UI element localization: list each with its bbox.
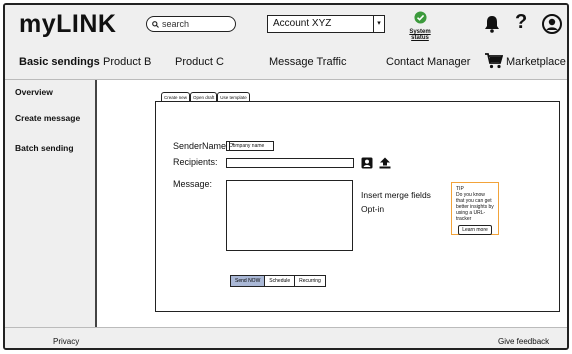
nav-product-b[interactable]: Product B bbox=[103, 56, 151, 68]
create-message-panel bbox=[155, 101, 560, 312]
tip-text: Do you know that you can get better insi… bbox=[456, 192, 494, 222]
sender-name-label: SenderName: bbox=[173, 141, 229, 151]
system-status[interactable]: System status bbox=[402, 11, 438, 41]
app-window: myLINK Account XYZ ▾ System status ? Bas… bbox=[3, 3, 569, 350]
tip-box: TIP Do you know that you can get better … bbox=[451, 182, 499, 235]
sidebar-item-create-message[interactable]: Create message bbox=[15, 113, 80, 123]
recurring-button[interactable]: Recurring bbox=[294, 275, 326, 287]
nav-message-traffic[interactable]: Message Traffic bbox=[269, 56, 346, 68]
recipients-input[interactable] bbox=[226, 158, 354, 168]
upload-icon[interactable] bbox=[379, 156, 391, 174]
nav-basic-sendings[interactable]: Basic sendings bbox=[19, 56, 100, 68]
insert-merge-fields-link[interactable]: Insert merge fields bbox=[361, 190, 431, 200]
user-icon[interactable] bbox=[542, 14, 562, 39]
chevron-down-icon: ▾ bbox=[229, 142, 236, 150]
app-logo[interactable]: myLINK bbox=[19, 10, 116, 39]
search-box[interactable] bbox=[146, 16, 236, 32]
nav-marketplace[interactable]: Marketplace bbox=[506, 56, 566, 68]
sidebar-item-overview[interactable]: Overview bbox=[15, 87, 53, 97]
bell-icon[interactable] bbox=[484, 15, 500, 38]
send-now-button[interactable]: Send NOW bbox=[230, 275, 266, 287]
sidebar-item-batch-sending[interactable]: Batch sending bbox=[15, 143, 74, 153]
chevron-down-icon: ▾ bbox=[373, 16, 384, 32]
top-bar: myLINK Account XYZ ▾ System status ? bbox=[5, 5, 567, 45]
account-selected-value: Account XYZ bbox=[273, 18, 332, 29]
recipients-label: Recipients: bbox=[173, 157, 218, 167]
search-icon bbox=[152, 15, 159, 33]
footer: Privacy Give feedback bbox=[5, 327, 567, 348]
contact-book-icon[interactable] bbox=[361, 156, 373, 174]
learn-more-button[interactable]: Learn more bbox=[458, 225, 492, 235]
cart-icon bbox=[485, 53, 504, 74]
nav-contact-manager[interactable]: Contact Manager bbox=[386, 56, 470, 68]
main-nav: Basic sendings Product B Product C Messa… bbox=[5, 45, 567, 80]
search-input[interactable] bbox=[159, 19, 232, 29]
schedule-button[interactable]: Schedule bbox=[264, 275, 296, 287]
opt-in-link[interactable]: Opt-in bbox=[361, 204, 384, 214]
help-icon[interactable]: ? bbox=[515, 11, 527, 34]
sender-name-select[interactable]: Company name ▾ bbox=[226, 141, 274, 151]
message-textarea[interactable] bbox=[226, 180, 353, 251]
system-status-label[interactable]: System status bbox=[402, 29, 438, 41]
message-label: Message: bbox=[173, 179, 213, 189]
send-options: Send NOW Schedule Recurring bbox=[230, 275, 326, 287]
give-feedback-link[interactable]: Give feedback bbox=[498, 337, 549, 346]
nav-product-c[interactable]: Product C bbox=[175, 56, 224, 68]
account-select[interactable]: Account XYZ ▾ bbox=[267, 15, 385, 33]
sidebar: Overview Create message Batch sending bbox=[5, 80, 97, 327]
privacy-link[interactable]: Privacy bbox=[53, 337, 79, 346]
check-circle-icon bbox=[413, 11, 427, 28]
